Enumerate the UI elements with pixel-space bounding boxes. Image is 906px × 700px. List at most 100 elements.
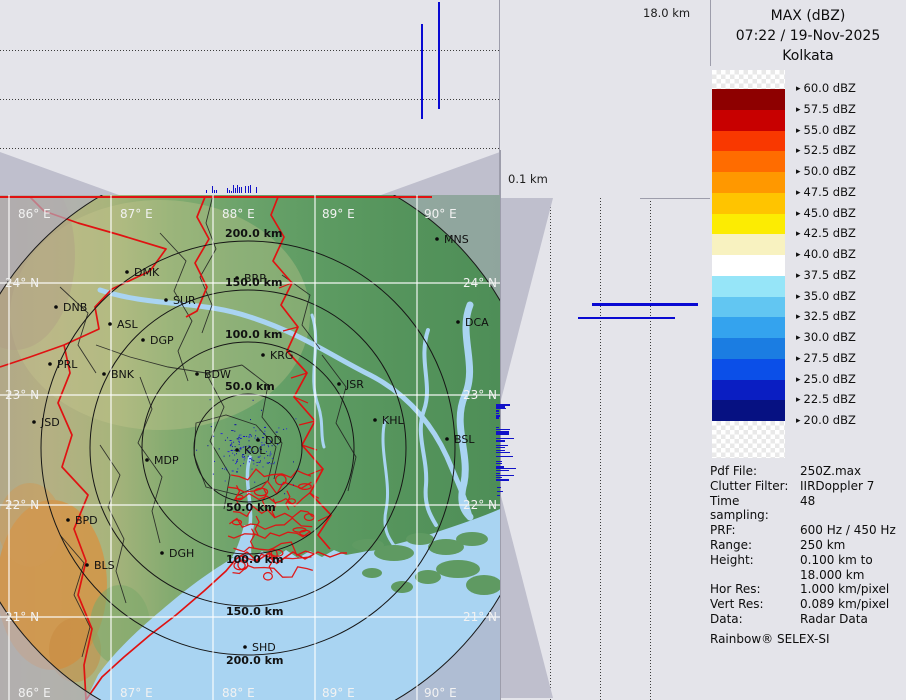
height-gridline [600, 198, 601, 700]
city-dot [445, 437, 449, 441]
city-dot [235, 448, 239, 452]
range-ring-label: 150.0 km [226, 605, 283, 618]
city-label: BNK [111, 368, 135, 381]
longitude-label: 89° E [322, 207, 355, 221]
city-label: DGH [169, 547, 194, 560]
scale-level: ▸40.0 dBZ [796, 247, 856, 261]
city-label: BLS [94, 559, 115, 572]
level-arrow-icon: ▸ [796, 292, 801, 302]
range-cone-wedge [0, 150, 120, 195]
level-label: 35.0 dBZ [804, 289, 856, 303]
city-label: SUR [173, 294, 196, 307]
city-dot [164, 298, 168, 302]
level-label: 25.0 dBZ [804, 372, 856, 386]
city-label: DCA [465, 316, 489, 329]
level-label: 40.0 dBZ [804, 247, 856, 261]
city-dot [337, 382, 341, 386]
longitude-label: 89° E [322, 686, 355, 700]
scale-level: ▸27.5 dBZ [796, 351, 856, 365]
longitude-label: 90° E [424, 686, 457, 700]
metadata-label: Vert Res: [710, 597, 800, 612]
corner-panel: 18.0 km [500, 0, 710, 150]
city-dot [125, 270, 129, 274]
range-ring-label: 50.0 km [225, 380, 275, 393]
latitude-label: 24° N [463, 276, 497, 290]
city-label: KRG [270, 349, 293, 362]
metadata-row: Vert Res:0.089 km/pixel [710, 597, 906, 612]
metadata-value: 600 Hz / 450 Hz [800, 523, 900, 538]
level-arrow-icon: ▸ [796, 84, 801, 94]
height-gridline [0, 50, 500, 51]
city-dot [261, 353, 265, 357]
min-height-label: 0.1 km [508, 172, 548, 186]
level-arrow-icon: ▸ [796, 312, 801, 322]
longitude-label: 88° E [222, 686, 255, 700]
latitude-label: 23° N [463, 388, 497, 402]
color-scale [712, 70, 785, 458]
city-label: BSL [454, 433, 475, 446]
software-brand: Rainbow® SELEX-SI [710, 632, 906, 647]
scale-level: ▸22.5 dBZ [796, 392, 856, 406]
product-title: MAX (dBZ) [710, 6, 906, 26]
metadata-label: Hor Res: [710, 582, 800, 597]
scale-band [712, 276, 785, 297]
metadata-label: Range: [710, 538, 800, 553]
city-label: KOL [244, 444, 266, 457]
scale-level: ▸25.0 dBZ [796, 372, 856, 386]
scale-band [712, 110, 785, 131]
metadata-value: IIRDoppler 7 [800, 479, 900, 494]
city-label: DGP [150, 334, 174, 347]
city-label: DD [265, 434, 282, 447]
latitude-label: 21° N [463, 610, 497, 624]
metadata-label: Height: [710, 553, 800, 568]
scale-level: ▸57.5 dBZ [796, 102, 856, 116]
scale-level: ▸60.0 dBZ [796, 81, 856, 95]
radar-map: 86° E86° E87° E87° E88° E88° E89° E89° E… [0, 195, 500, 700]
level-arrow-icon: ▸ [796, 229, 801, 239]
scale-band [712, 380, 785, 401]
metadata-row: Time sampling:48 [710, 494, 906, 524]
city-dot [32, 420, 36, 424]
metadata-label: Data: [710, 612, 800, 627]
city-label: ASL [117, 318, 139, 331]
height-gridline [550, 198, 551, 700]
level-label: 32.5 dBZ [804, 309, 856, 323]
city-dot [102, 372, 106, 376]
scale-level: ▸37.5 dBZ [796, 268, 856, 282]
level-label: 47.5 dBZ [804, 185, 856, 199]
level-arrow-icon: ▸ [796, 167, 801, 177]
metadata-value: 250Z.max [800, 464, 900, 479]
level-label: 20.0 dBZ [804, 413, 856, 427]
scale-level: ▸30.0 dBZ [796, 330, 856, 344]
scale-level: ▸35.0 dBZ [796, 289, 856, 303]
level-label: 42.5 dBZ [804, 226, 856, 240]
longitude-label: 87° E [120, 207, 153, 221]
city-dot [456, 320, 460, 324]
scale-level: ▸55.0 dBZ [796, 123, 856, 137]
scale-band [712, 193, 785, 214]
city-dot [141, 338, 145, 342]
longitude-label: 87° E [120, 686, 153, 700]
city-dot [243, 645, 247, 649]
range-ring-label: 100.0 km [226, 553, 283, 566]
level-label: 57.5 dBZ [804, 102, 856, 116]
range-ring-label: 200.0 km [226, 654, 283, 667]
level-label: 27.5 dBZ [804, 351, 856, 365]
city-label: DMK [134, 266, 160, 279]
scale-band [712, 317, 785, 338]
metadata-label: Pdf File: [710, 464, 800, 479]
scale-band [712, 338, 785, 359]
scale-level: ▸52.5 dBZ [796, 143, 856, 157]
latitude-label: 21° N [5, 610, 39, 624]
longitude-label: 86° E [18, 686, 51, 700]
city-label: MNS [444, 233, 469, 246]
metadata-value: Radar Data [800, 612, 900, 627]
height-gridline [650, 198, 651, 700]
scale-band [712, 359, 785, 380]
city-label: JSD [40, 416, 60, 429]
scale-band [712, 214, 785, 235]
scale-band [712, 172, 785, 193]
metadata-value: 48 [800, 494, 900, 509]
range-ring-label: 100.0 km [225, 328, 282, 341]
city-dot [48, 362, 52, 366]
